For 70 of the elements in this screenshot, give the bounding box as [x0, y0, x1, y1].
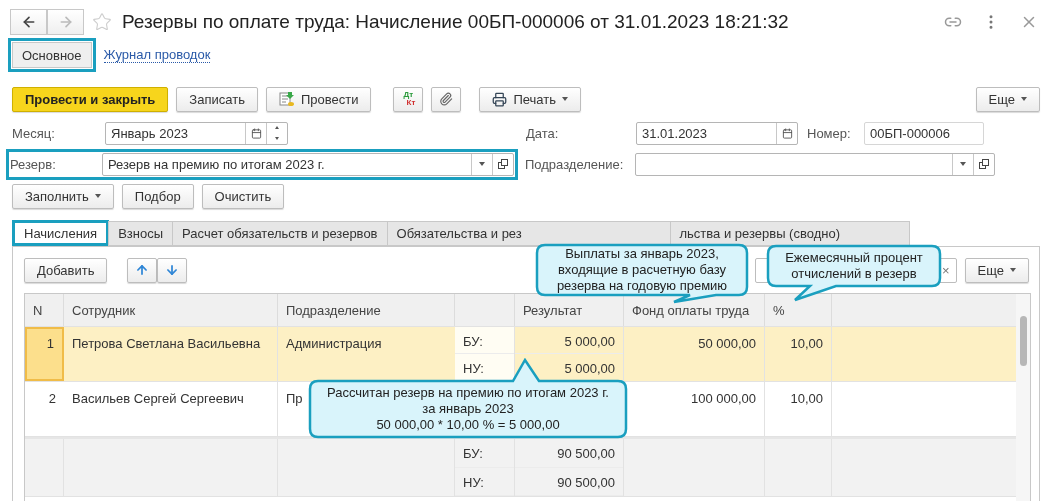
- tab[interactable]: Расчет обязательств и резервов: [172, 221, 388, 246]
- table-cell: Пр: [286, 391, 303, 406]
- section-tab[interactable]: Основное: [12, 42, 92, 68]
- back-button[interactable]: [10, 9, 47, 35]
- column-header: Подразделение: [278, 294, 455, 326]
- post-button[interactable]: Провести: [265, 86, 372, 112]
- table-cell-text: 2: [47, 390, 57, 408]
- debit-credit-button[interactable]: Дт Кт: [393, 86, 424, 112]
- number-field[interactable]: 00БП-000006: [864, 121, 984, 145]
- field-label: Месяц:: [12, 125, 56, 141]
- open-window-icon[interactable]: [498, 159, 508, 169]
- caret-icon: [1010, 268, 1016, 272]
- table-cell: 5 000,00: [515, 327, 623, 354]
- field-label: Резерв:: [10, 156, 57, 172]
- calendar-icon[interactable]: [250, 127, 262, 139]
- callout-tooltip: Ежемесячный процент отчислений в резерв: [766, 244, 944, 304]
- paperclip-icon: [439, 92, 454, 106]
- month-field[interactable]: Январь 2023: [105, 121, 288, 145]
- field-label: Дата:: [526, 125, 560, 141]
- column-header: N: [25, 294, 64, 326]
- table-cell: Администрация: [286, 336, 382, 351]
- tab[interactable]: Обязательства и рез: [386, 221, 671, 246]
- caret-icon[interactable]: [479, 162, 485, 166]
- table-cell: 10,00: [765, 327, 832, 381]
- table-cell: Васильев Сергей Сергеевич: [64, 382, 278, 436]
- total-cell: 90 500,00: [515, 439, 623, 468]
- table-cell: 50 000,00: [624, 327, 765, 381]
- table-row[interactable]: 1 Петрова Светлана Васильевна Администрация БУ: НУ: 5 000,00 5 000,00 50 000,00 10,00: [25, 327, 1017, 382]
- post-and-close-button[interactable]: Провести и закрыть: [12, 86, 169, 112]
- table-cell: НУ:: [455, 354, 514, 381]
- section-link[interactable]: Журнал проводок: [103, 47, 211, 63]
- save-button[interactable]: Записать: [176, 86, 258, 112]
- scrollbar[interactable]: [1016, 294, 1030, 501]
- field-label: Подразделение:: [525, 156, 625, 172]
- form-button[interactable]: Очистить: [201, 183, 285, 209]
- tab[interactable]: Взносы: [108, 221, 174, 246]
- move-down-button[interactable]: [157, 257, 188, 283]
- table-cell: БУ:: [455, 439, 514, 468]
- more-button[interactable]: Еще: [964, 257, 1029, 283]
- move-up-button[interactable]: [127, 257, 158, 283]
- date-field[interactable]: 31.01.2023: [636, 121, 798, 145]
- reserve-field[interactable]: Резерв на премию по итогам 2023 г.: [102, 152, 514, 176]
- caret-icon: [562, 97, 568, 101]
- form-button[interactable]: Подбор: [121, 183, 194, 209]
- attach-button[interactable]: [431, 86, 462, 112]
- table-cell: БУ:: [455, 327, 514, 354]
- add-button[interactable]: Добавить: [24, 257, 108, 283]
- field-label: Номер:: [807, 125, 852, 141]
- print-button[interactable]: Печать: [479, 86, 581, 112]
- printer-icon: [492, 91, 508, 107]
- form-button[interactable]: Заполнить: [12, 183, 114, 209]
- more-button[interactable]: Еще: [975, 86, 1040, 112]
- caret-icon: [1021, 97, 1027, 101]
- total-cell: 90 500,00: [515, 467, 623, 496]
- tab[interactable]: льства и резервы (сводно): [669, 221, 910, 246]
- table-cell: 10,00: [765, 382, 832, 436]
- table-cell: Петрова Светлана Васильевна: [64, 327, 278, 381]
- star-icon[interactable]: [92, 12, 112, 32]
- table-cell: 1: [25, 327, 64, 381]
- column-header: Сотрудник: [64, 294, 278, 326]
- document-arrow-icon: [278, 91, 295, 107]
- open-window-icon[interactable]: [979, 159, 989, 169]
- department-field[interactable]: [635, 152, 995, 176]
- window-title: Резервы по оплате труда: Начисление 00БП-000006 от 31.01.2023 18:21:32: [122, 11, 789, 33]
- calendar-icon[interactable]: [781, 127, 793, 139]
- tab[interactable]: Начисления: [12, 220, 110, 246]
- table-cell: НУ:: [455, 467, 514, 496]
- caret-icon[interactable]: [960, 162, 966, 166]
- caret-icon: [94, 194, 101, 198]
- callout-tooltip: Выплаты за январь 2023, входящие в расчетную базу резерва на годовую премию: [535, 243, 751, 306]
